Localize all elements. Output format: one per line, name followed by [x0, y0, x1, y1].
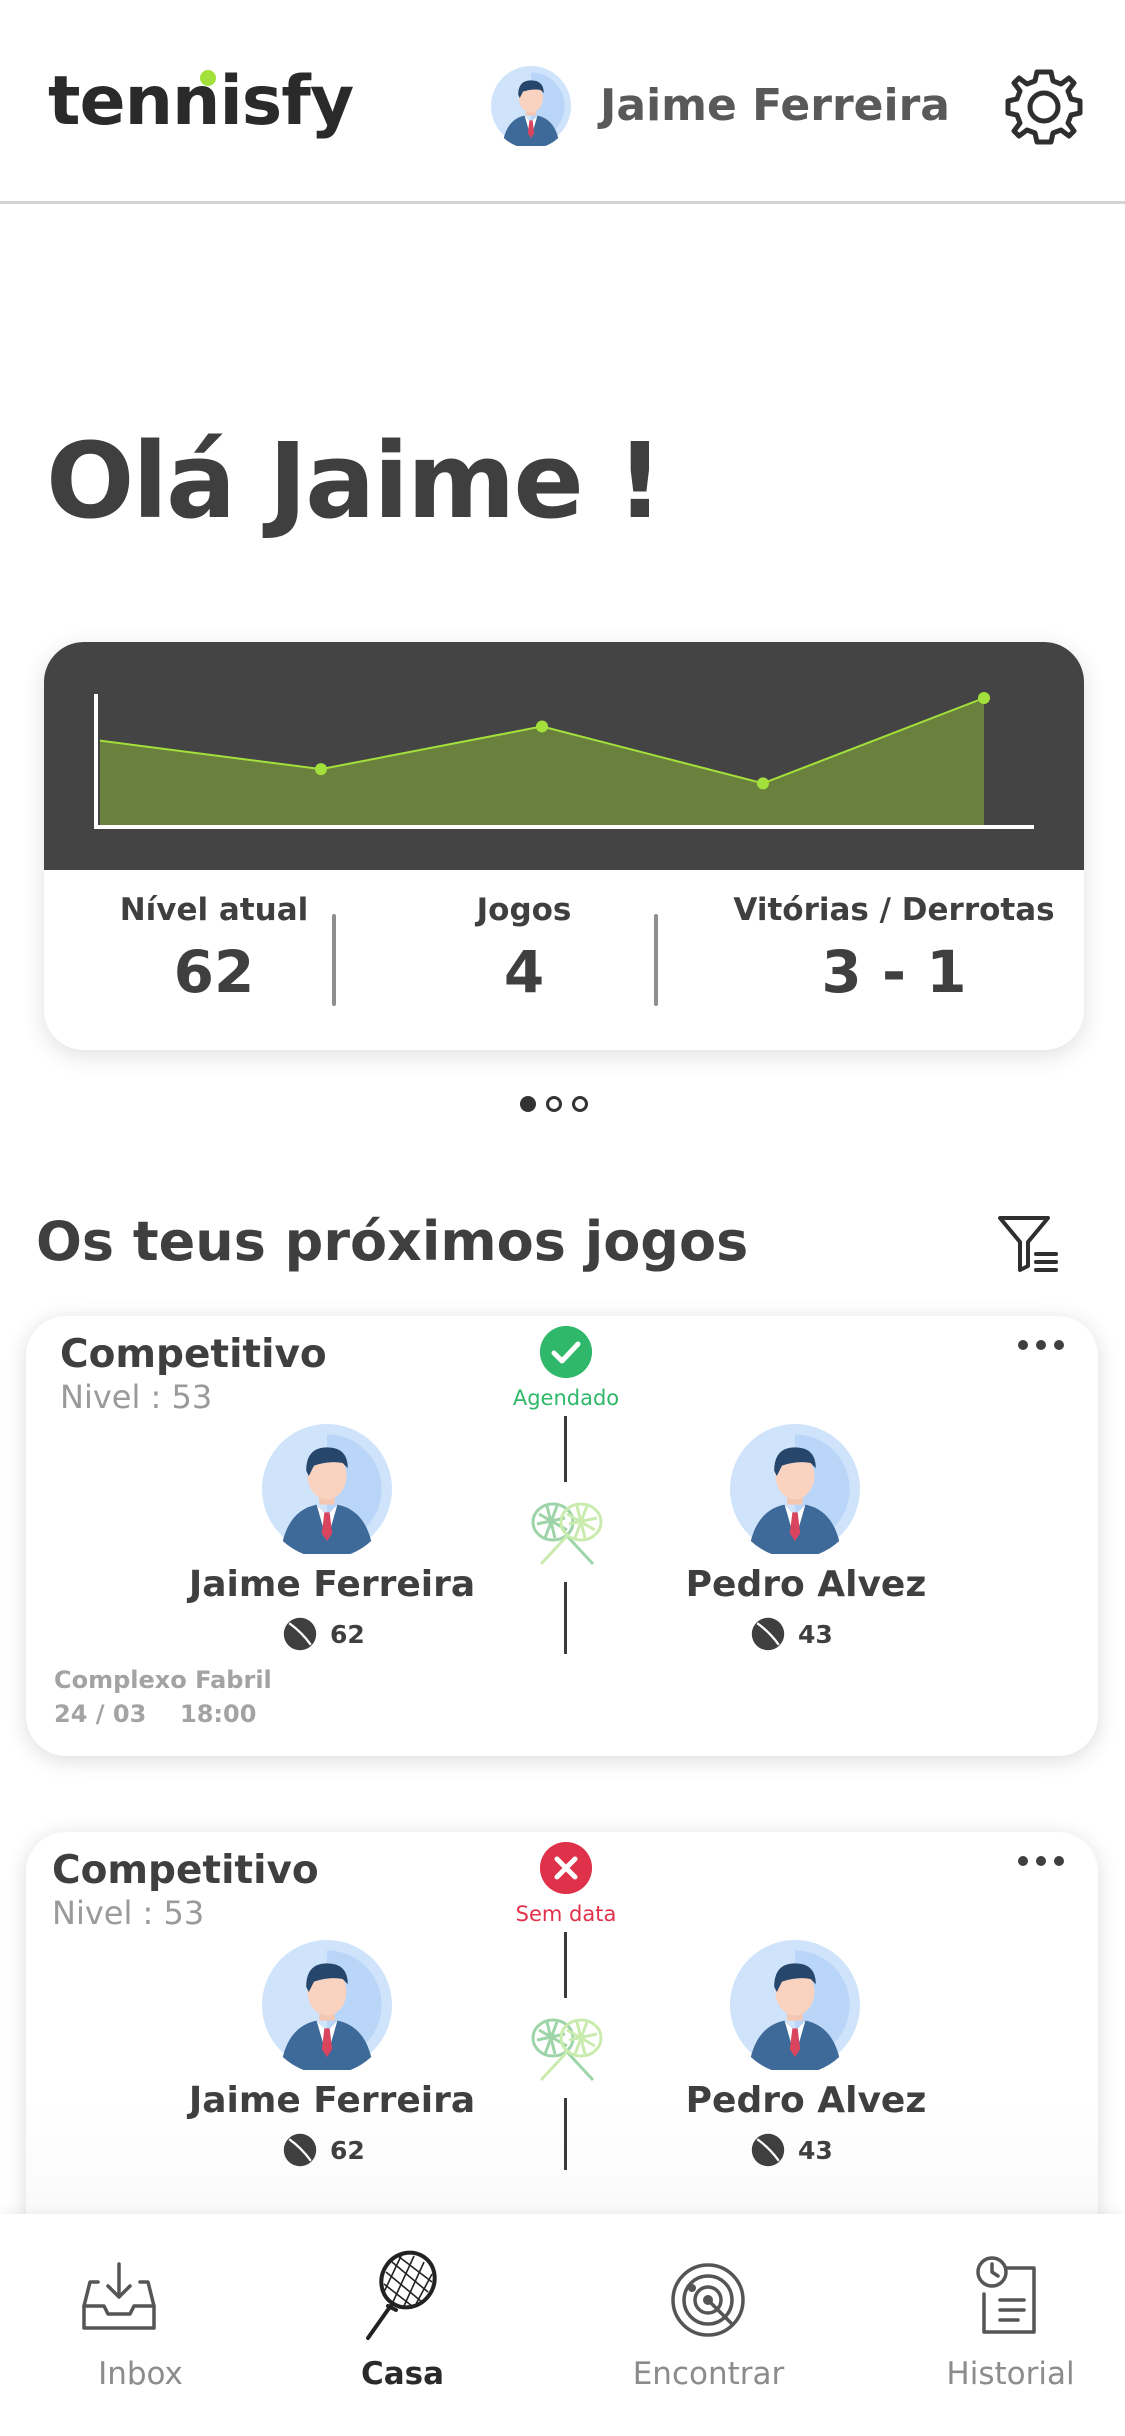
- nav-label-inbox: Inbox: [98, 2356, 183, 2392]
- player1-level-value: 62: [330, 1620, 365, 1649]
- bottom-nav: Inbox Casa Encontrar Historial: [0, 2214, 1125, 2436]
- tennis-ball-icon: [750, 2132, 786, 2168]
- stat-games: Jogos 4: [394, 892, 654, 1006]
- check-icon: [540, 1326, 592, 1378]
- user-avatar[interactable]: [491, 66, 571, 146]
- stat-wl-label: Vitórias / Derrotas: [733, 892, 1055, 928]
- level-chart: [44, 642, 1084, 870]
- carousel-dots[interactable]: [520, 1096, 590, 1114]
- chart-point: [315, 763, 327, 776]
- stat-games-value: 4: [503, 938, 545, 1006]
- greeting-title: Olá Jaime !: [46, 420, 664, 542]
- player2-avatar[interactable]: [730, 1940, 860, 2070]
- tennis-ball-icon: [282, 1616, 318, 1652]
- logo-ball-icon: [200, 70, 216, 86]
- nav-label-find: Encontrar: [632, 2356, 785, 2392]
- inbox-icon: [82, 2262, 156, 2330]
- chart-area-fill: [100, 698, 984, 826]
- history-icon: [976, 2256, 1036, 2334]
- chart-point: [536, 720, 548, 733]
- match-level: Nivel : 53: [60, 1378, 213, 1416]
- divider-line: [564, 1932, 567, 1998]
- player2-name[interactable]: Pedro Alvez: [646, 2080, 966, 2121]
- match-time: 18:00: [180, 1700, 257, 1728]
- radar-icon: [671, 2263, 745, 2337]
- match-type: Competitivo: [52, 1848, 319, 1893]
- stat-level-label: Nível atual: [119, 892, 309, 928]
- chart-point: [978, 692, 990, 704]
- player1-name[interactable]: Jaime Ferreira: [172, 2080, 492, 2121]
- stat-divider: [332, 914, 336, 1006]
- match-status: Sem data: [515, 1902, 617, 1926]
- nav-item-inbox[interactable]: Inbox: [0, 2214, 281, 2436]
- stats-card[interactable]: Nível atual 62 Jogos 4 Vitórias / Derrot…: [44, 642, 1084, 1050]
- player2-name[interactable]: Pedro Alvez: [646, 1564, 966, 1605]
- divider-line: [564, 1416, 567, 1482]
- filter-icon[interactable]: [996, 1212, 1060, 1276]
- player1-level-value: 62: [330, 2136, 365, 2165]
- match-level: Nivel : 53: [52, 1894, 205, 1932]
- stat-win-loss: Vitórias / Derrotas 3 - 1: [724, 892, 1064, 1006]
- stat-level-value: 62: [173, 938, 255, 1006]
- carousel-dot[interactable]: [572, 1096, 588, 1112]
- match-location: Complexo Fabril: [54, 1666, 272, 1694]
- carousel-dot[interactable]: [520, 1096, 536, 1112]
- stat-wl-value: 3 - 1: [821, 938, 967, 1006]
- player2-avatar[interactable]: [730, 1424, 860, 1554]
- level-chart-svg: [94, 692, 1034, 829]
- more-options-icon[interactable]: [1016, 1850, 1066, 1870]
- player1-avatar[interactable]: [262, 1940, 392, 2070]
- player2-level-value: 43: [798, 1620, 833, 1649]
- carousel-dot[interactable]: [546, 1096, 562, 1112]
- player2-level-value: 43: [798, 2136, 833, 2165]
- nav-item-home[interactable]: Casa: [262, 2214, 543, 2436]
- player1-name[interactable]: Jaime Ferreira: [172, 1564, 492, 1605]
- tennis-ball-icon: [750, 1616, 786, 1652]
- match-date: 24 / 03: [54, 1700, 147, 1728]
- header-user-name[interactable]: Jaime Ferreira: [600, 80, 950, 131]
- tennis-racket-icon: [366, 2250, 437, 2340]
- more-options-icon[interactable]: [1016, 1334, 1066, 1354]
- nav-label-home: Casa: [360, 2356, 445, 2392]
- tennis-ball-icon: [282, 2132, 318, 2168]
- nav-item-history[interactable]: Historial: [870, 2214, 1125, 2436]
- divider-line: [564, 2098, 567, 2170]
- stat-divider: [654, 914, 658, 1006]
- rackets-icon: [525, 2014, 609, 2084]
- match-card[interactable]: Competitivo Nivel : 53 Sem data Jaime Fe…: [26, 1832, 1098, 2272]
- player1-avatar[interactable]: [262, 1424, 392, 1554]
- chart-point: [757, 777, 769, 790]
- stat-games-label: Jogos: [476, 892, 572, 928]
- rackets-icon: [525, 1498, 609, 1568]
- match-status: Agendado: [512, 1386, 620, 1410]
- upcoming-games-title: Os teus próximos jogos: [36, 1210, 749, 1273]
- divider-line: [564, 1582, 567, 1654]
- stat-level: Nível atual 62: [84, 892, 344, 1006]
- nav-label-history: Historial: [946, 2356, 1075, 2392]
- close-icon: [540, 1842, 592, 1894]
- match-card[interactable]: Competitivo Nivel : 53 Agendado Jaime Fe…: [26, 1316, 1098, 1756]
- nav-item-find[interactable]: Encontrar: [568, 2214, 849, 2436]
- gear-icon[interactable]: [1003, 66, 1085, 148]
- match-type: Competitivo: [60, 1332, 327, 1377]
- app-header: tennisfy Jaime Ferreira: [0, 0, 1125, 204]
